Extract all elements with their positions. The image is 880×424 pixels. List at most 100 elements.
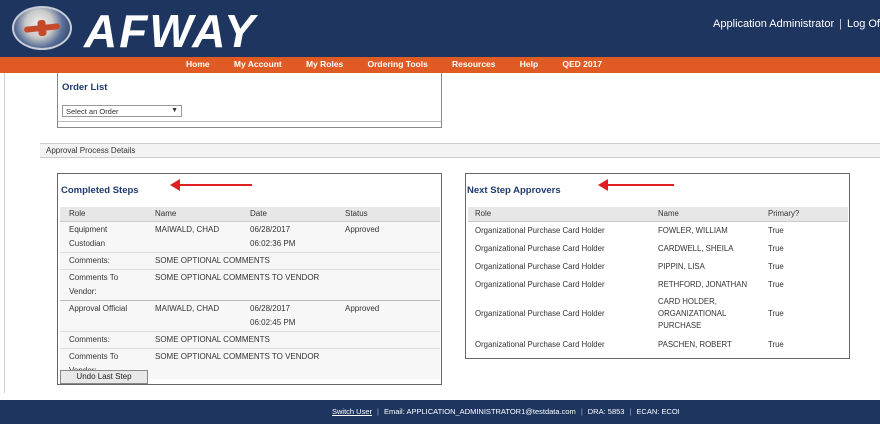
step-role-line: Equipment [69, 224, 108, 234]
step-status: Approved [345, 303, 380, 313]
table-header-row: Role Name Primary? [468, 207, 848, 222]
approver-name-line: CARD HOLDER, [658, 297, 717, 306]
col-role: Role [468, 207, 651, 222]
step-role-line: Custodian [69, 238, 106, 248]
page-left-border [4, 73, 5, 393]
table-row: Equipment Custodian MAIWALD, CHAD 06/28/2… [60, 221, 440, 252]
approver-role: Organizational Purchase Card Holder [475, 279, 605, 289]
approver-role: Organizational Purchase Card Holder [475, 225, 605, 235]
nav-my-roles[interactable]: My Roles [306, 59, 343, 69]
divider [58, 121, 441, 122]
brand-title: AFWAY [84, 5, 257, 57]
order-select[interactable]: Select an Order ▼ [62, 105, 182, 117]
step-date: 06/28/2017 06:02:36 PM [241, 221, 336, 252]
afway-logo-icon[interactable] [12, 6, 72, 50]
footer-email: Email: APPLICATION_ADMINISTRATOR1@testda… [383, 407, 576, 416]
vendor-comments-label: Comments To Vendor: [60, 269, 146, 300]
table-row: Organizational Purchase Card Holder PASC… [468, 335, 848, 353]
completed-steps-table: Role Name Date Status Equipment Custodian… [60, 207, 440, 379]
chevron-down-icon[interactable]: ▼ [171, 107, 178, 114]
vendor-label-line: Comments To [69, 272, 119, 282]
table-row: Comments: SOME OPTIONAL COMMENTS [60, 252, 440, 269]
col-name: Name [146, 207, 241, 222]
app-footer: Switch User | Email: APPLICATION_ADMINISTR… [0, 400, 880, 424]
step-role: Approval Official [69, 303, 128, 313]
col-date: Date [241, 207, 336, 222]
step-name: MAIWALD, CHAD [155, 303, 220, 313]
approver-primary: True [768, 225, 784, 235]
vendor-label-line: Vendor: [69, 286, 97, 296]
table-row: Organizational Purchase Card Holder CARD… [468, 293, 848, 335]
step-status: Approved [345, 224, 380, 234]
order-list-title: Order List [62, 82, 108, 93]
approver-name: RETHFORD, JONATHAN [658, 279, 748, 289]
footer-dra: DRA: 5853 [587, 407, 625, 416]
approver-primary: True [768, 309, 784, 318]
user-role-link[interactable]: Application Administrator [713, 18, 834, 30]
approver-name: CARD HOLDER, ORGANIZATIONAL PURCHASE [651, 293, 761, 335]
vendor-label-line: Comments To [69, 351, 119, 361]
completed-steps-panel: Completed Steps Role Name Date Status Eq… [57, 173, 442, 385]
comments-value: SOME OPTIONAL COMMENTS [155, 334, 270, 344]
next-approvers-table: Role Name Primary? Organizational Purcha… [468, 207, 848, 353]
step-name: MAIWALD, CHAD [155, 224, 220, 234]
approver-name: FOWLER, WILLIAM [658, 225, 728, 235]
nav-resources[interactable]: Resources [452, 59, 495, 69]
vendor-comments-value: SOME OPTIONAL COMMENTS TO VENDOR [155, 272, 320, 282]
nav-qed-2017[interactable]: QED 2017 [562, 59, 602, 69]
main-nav: Home My Account My Roles Ordering Tools … [0, 57, 880, 73]
table-row: Comments To Vendor: SOME OPTIONAL COMMENT… [60, 269, 440, 300]
col-name: Name [651, 207, 761, 222]
approval-process-label: Approval Process Details [46, 146, 136, 155]
table-row: Organizational Purchase Card Holder CARD… [468, 239, 848, 257]
approver-name: PIPPIN, LISA [658, 261, 705, 271]
annotation-arrow-icon [598, 179, 674, 193]
approval-process-bar: Approval Process Details [40, 143, 880, 158]
step-date: 06/28/2017 06:02:45 PM [241, 300, 336, 331]
table-row: Organizational Purchase Card Holder PIPP… [468, 257, 848, 275]
nav-help[interactable]: Help [520, 59, 538, 69]
table-row: Organizational Purchase Card Holder RETH… [468, 275, 848, 293]
approver-primary: True [768, 243, 784, 253]
table-row: Organizational Purchase Card Holder FOWL… [468, 221, 848, 239]
step-date-value: 06/28/2017 [250, 224, 291, 234]
switch-user-link[interactable]: Switch User [332, 407, 372, 416]
header-separator: | [839, 18, 842, 30]
approver-name: CARDWELL, SHEILA [658, 243, 734, 253]
approver-role: Organizational Purchase Card Holder [475, 243, 605, 253]
footer-separator: | [580, 407, 583, 416]
comments-label: Comments: [69, 255, 110, 265]
footer-text: Switch User | Email: APPLICATION_ADMINISTR… [332, 407, 680, 416]
order-list-panel: Order List Select an Order ▼ [57, 73, 442, 128]
app-header: AFWAY Application Administrator | Log Of [0, 0, 880, 57]
nav-ordering-tools[interactable]: Ordering Tools [368, 59, 428, 69]
approver-name: PASCHEN, ROBERT [658, 339, 732, 349]
nav-my-account[interactable]: My Account [234, 59, 282, 69]
approver-role: Organizational Purchase Card Holder [475, 309, 605, 318]
nav-home[interactable]: Home [186, 59, 210, 69]
col-role: Role [60, 207, 146, 222]
undo-last-step-button[interactable]: Undo Last Step [60, 370, 148, 384]
annotation-arrow-icon [170, 179, 252, 193]
table-header-row: Role Name Date Status [60, 207, 440, 222]
footer-ecan: ECAN: ECOI [636, 407, 680, 416]
table-row: Comments: SOME OPTIONAL COMMENTS [60, 331, 440, 348]
approver-name-line: ORGANIZATIONAL [658, 309, 727, 318]
user-links: Application Administrator | Log Of [713, 18, 880, 30]
step-time-value: 06:02:36 PM [250, 238, 296, 248]
col-status: Status [336, 207, 440, 222]
approver-role: Organizational Purchase Card Holder [475, 339, 605, 349]
next-step-approvers-panel: Next Step Approvers Role Name Primary? O… [465, 173, 850, 359]
next-step-approvers-title: Next Step Approvers [467, 185, 561, 196]
step-date-value: 06/28/2017 [250, 303, 291, 313]
approver-primary: True [768, 279, 784, 289]
vendor-comments-value: SOME OPTIONAL COMMENTS TO VENDOR [155, 351, 320, 361]
approver-role: Organizational Purchase Card Holder [475, 261, 605, 271]
comments-label: Comments: [69, 334, 110, 344]
approver-primary: True [768, 339, 784, 349]
comments-value: SOME OPTIONAL COMMENTS [155, 255, 270, 265]
footer-separator: | [377, 407, 379, 416]
approver-primary: True [768, 261, 784, 271]
step-role: Equipment Custodian [60, 221, 146, 252]
logout-link[interactable]: Log Of [847, 18, 880, 30]
